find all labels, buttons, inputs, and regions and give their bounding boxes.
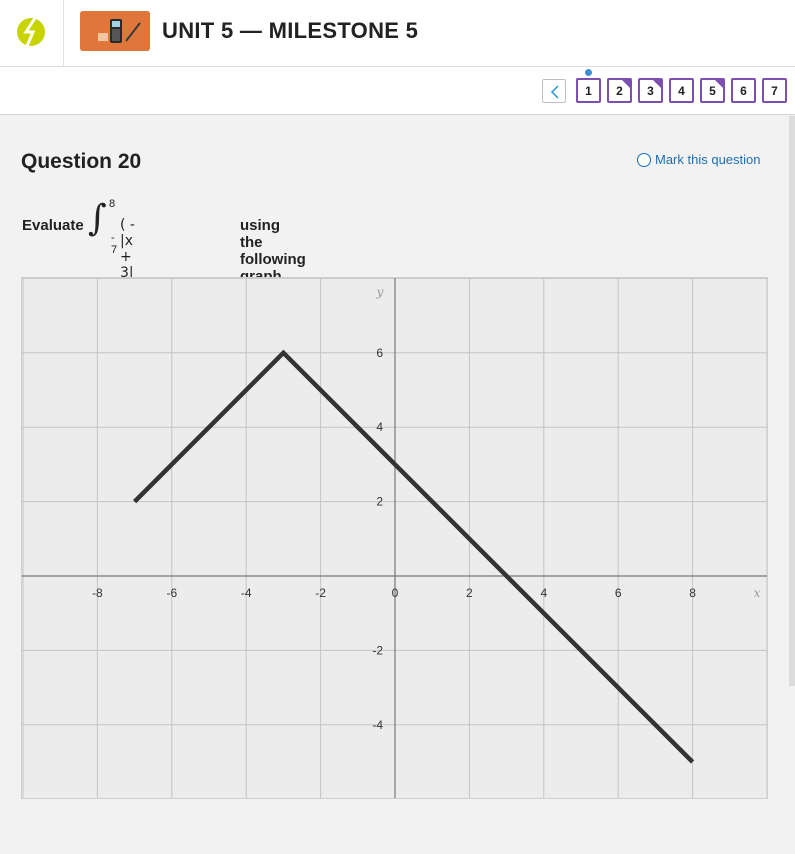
- question-nav-button-2[interactable]: 2: [607, 78, 632, 103]
- question-nav-button-5[interactable]: 5: [700, 78, 725, 103]
- x-axis-label: x: [754, 586, 761, 600]
- x-tick-label: 0: [392, 586, 399, 600]
- y-tick-label: 2: [376, 495, 383, 509]
- answered-flag-icon: [714, 80, 723, 89]
- x-tick-label: 8: [689, 586, 696, 600]
- mark-question-label: Mark this question: [655, 152, 761, 167]
- graph-svg: -8 -6 -4 -2 0 2 4 6 8 6 4 2 -2 -4 x y: [22, 277, 768, 798]
- logo[interactable]: [0, 0, 64, 66]
- function-graph: -8 -6 -4 -2 0 2 4 6 8 6 4 2 -2 -4 x y: [21, 277, 768, 799]
- question-nav-button-6[interactable]: 6: [731, 78, 756, 103]
- unit-thumbnail: [80, 11, 150, 51]
- y-tick-label: -4: [372, 718, 383, 732]
- x-tick-label: -2: [315, 586, 326, 600]
- calculator-pencil-icon: [80, 11, 150, 51]
- prompt-lead: Evaluate: [22, 217, 84, 234]
- question-nav-button-7[interactable]: 7: [762, 78, 787, 103]
- scrollbar[interactable]: [789, 116, 795, 686]
- x-tick-label: 6: [615, 586, 622, 600]
- question-title: Question 20: [21, 150, 142, 173]
- integral-sign: ∫: [88, 198, 107, 239]
- sophia-logo-icon: [17, 17, 45, 47]
- previous-button[interactable]: [542, 79, 566, 103]
- answered-flag-icon: [621, 80, 630, 89]
- unit-title: UNIT 5 — MILESTONE 5: [162, 18, 419, 43]
- x-tick-label: 2: [466, 586, 473, 600]
- question-number: 6: [740, 83, 747, 98]
- question-number: 7: [771, 83, 778, 98]
- integral-lower-limit: - 7: [111, 232, 118, 256]
- answered-flag-icon: [652, 80, 661, 89]
- y-axis-label: y: [376, 285, 384, 299]
- x-tick-label: -8: [92, 586, 103, 600]
- x-tick-label: -4: [241, 586, 252, 600]
- x-tick-label: 4: [540, 586, 547, 600]
- chevron-left-icon: [550, 85, 559, 99]
- mark-question-button[interactable]: Mark this question: [637, 152, 761, 167]
- radio-circle-icon: [637, 152, 651, 167]
- y-tick-label: 4: [376, 420, 383, 434]
- function-line: [133, 349, 695, 764]
- y-tick-label: -2: [372, 643, 383, 657]
- question-number: 4: [678, 83, 685, 98]
- prompt-tail: using the following graph.: [240, 217, 306, 285]
- question-nav: 123456 7: [0, 67, 795, 115]
- x-tick-label: -6: [166, 586, 177, 600]
- integral-upper-limit: 8: [109, 198, 116, 210]
- question-nav-button-1[interactable]: 1: [576, 78, 601, 103]
- current-question-indicator: [585, 69, 592, 76]
- y-tick-label: 6: [376, 346, 383, 360]
- question-number: 1: [585, 83, 592, 98]
- question-nav-button-4[interactable]: 4: [669, 78, 694, 103]
- top-bar: UNIT 5 — MILESTONE 5: [0, 0, 795, 67]
- question-nav-button-3[interactable]: 3: [638, 78, 663, 103]
